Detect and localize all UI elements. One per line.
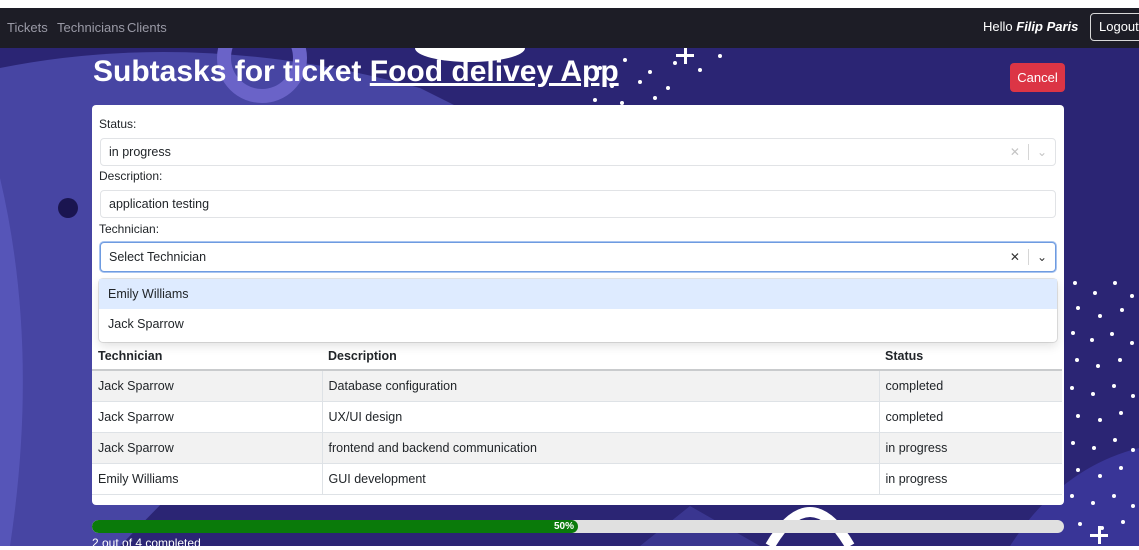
top-navbar: Tickets Technicians Clients Hello Filip … xyxy=(0,8,1139,48)
description-input[interactable]: application testing xyxy=(100,190,1056,218)
cell-status: completed xyxy=(879,401,1062,433)
user-name: Filip Paris xyxy=(1016,19,1079,34)
cell-description: GUI development xyxy=(322,463,880,495)
nav-link-clients[interactable]: Clients xyxy=(127,20,167,35)
description-value: application testing xyxy=(109,197,210,211)
logout-button[interactable]: Logout xyxy=(1090,13,1139,41)
description-label: Description: xyxy=(99,169,163,183)
title-prefix: Subtasks for ticket xyxy=(93,55,362,88)
cell-status: in progress xyxy=(879,432,1062,464)
cell-description: UX/UI design xyxy=(322,401,880,433)
cell-technician: Jack Sparrow xyxy=(92,401,323,433)
table-row[interactable]: Emily Williams GUI development in progre… xyxy=(92,463,1062,495)
table-row[interactable]: Jack Sparrow Database configuration comp… xyxy=(92,370,1062,402)
cancel-button[interactable]: Cancel xyxy=(1010,63,1065,92)
nav-link-technicians[interactable]: Technicians xyxy=(57,20,125,35)
technician-select[interactable]: Select Technician ✕ ⌄ xyxy=(100,242,1056,272)
column-header-status: Status xyxy=(879,342,1062,371)
clear-x-icon[interactable]: ✕ xyxy=(1010,243,1020,271)
cell-description: frontend and backend communication xyxy=(322,432,880,464)
table-header-row: Technician Description Status xyxy=(92,342,1062,371)
page-title: Subtasks for ticket Food delivey App xyxy=(93,55,619,89)
select-separator xyxy=(1027,144,1029,160)
ticket-name-link[interactable]: Food delivey App xyxy=(370,55,619,88)
cell-technician: Emily Williams xyxy=(92,463,323,495)
chevron-down-icon[interactable]: ⌄ xyxy=(1037,139,1047,165)
progress-fill: 50% xyxy=(92,520,578,533)
column-header-description: Description xyxy=(322,342,879,371)
status-select[interactable]: in progress ✕ ⌄ xyxy=(100,138,1056,166)
status-label: Status: xyxy=(99,117,137,131)
status-select-controls: ✕ ⌄ xyxy=(1010,139,1047,165)
chevron-down-icon[interactable]: ⌄ xyxy=(1037,243,1047,271)
cell-technician: Jack Sparrow xyxy=(92,370,323,402)
cell-status: completed xyxy=(879,370,1062,402)
technician-option[interactable]: Emily Williams xyxy=(99,279,1057,309)
cell-description: Database configuration xyxy=(322,370,880,402)
technician-label: Technician: xyxy=(99,222,160,236)
select-separator xyxy=(1027,249,1029,265)
nav-link-tickets[interactable]: Tickets xyxy=(7,20,48,35)
technician-dropdown-menu: Emily Williams Jack Sparrow xyxy=(99,279,1057,342)
cell-technician: Jack Sparrow xyxy=(92,432,323,464)
cell-status: in progress xyxy=(879,463,1062,495)
subtasks-table: Technician Description Status Jack Sparr… xyxy=(92,342,1062,495)
greeting-text: Hello xyxy=(983,19,1013,34)
technician-placeholder: Select Technician xyxy=(109,250,207,264)
technician-option[interactable]: Jack Sparrow xyxy=(99,309,1057,339)
user-greeting: Hello Filip Paris xyxy=(983,19,1078,34)
clear-x-icon[interactable]: ✕ xyxy=(1010,139,1020,165)
status-value: in progress xyxy=(109,145,171,159)
progress-bar: 50% xyxy=(92,520,1064,533)
table-row[interactable]: Jack Sparrow frontend and backend commun… xyxy=(92,432,1062,464)
technician-select-controls: ✕ ⌄ xyxy=(1010,243,1047,271)
table-row[interactable]: Jack Sparrow UX/UI design completed xyxy=(92,401,1062,433)
column-header-technician: Technician xyxy=(92,342,322,371)
progress-summary: 2 out of 4 completed xyxy=(92,536,201,550)
